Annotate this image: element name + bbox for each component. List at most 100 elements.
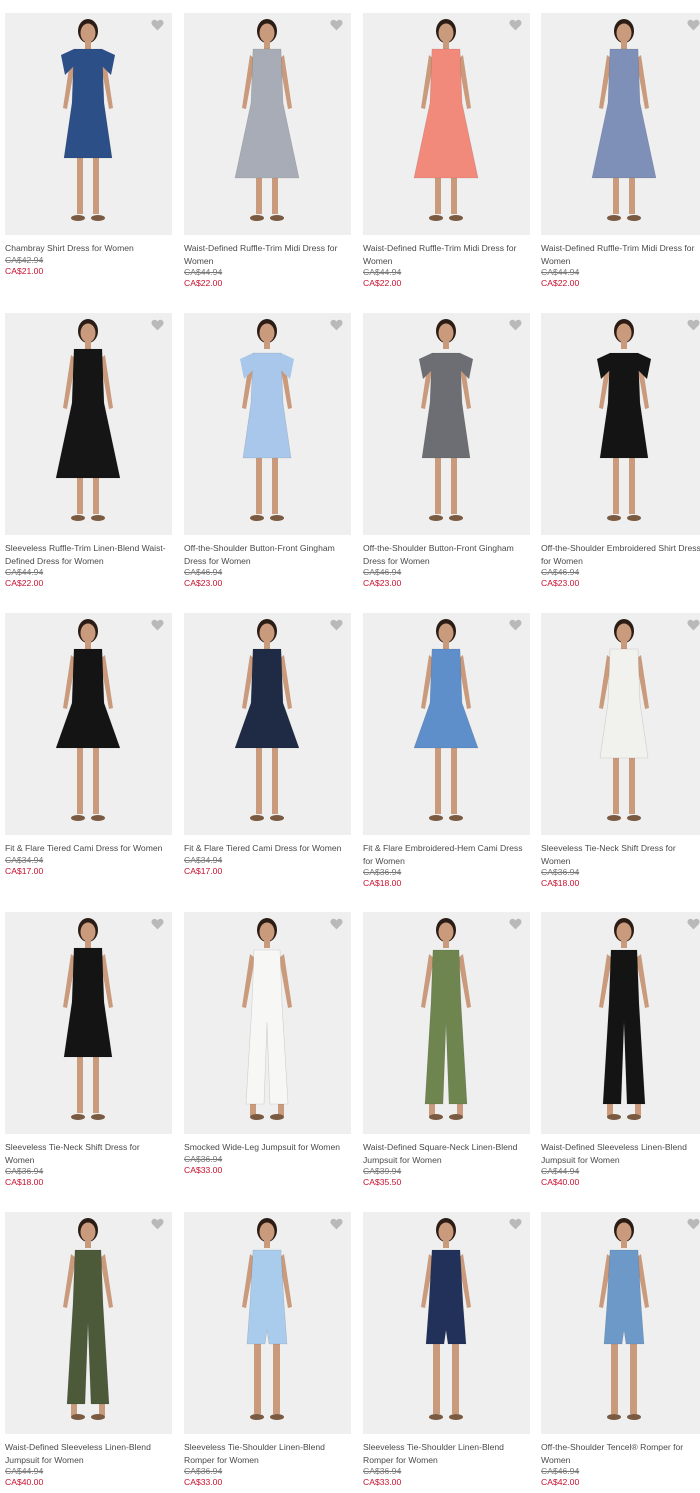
product-image[interactable] [5,313,172,535]
product-image[interactable] [541,912,700,1134]
sale-price: CA$35.50 [363,1177,402,1187]
heart-icon[interactable] [687,917,700,930]
product-name[interactable]: Waist-Defined Ruffle-Trim Midi Dress for… [363,242,530,267]
sale-price: CA$17.00 [5,865,44,876]
sale-price: CA$22.00 [184,278,223,288]
product-name[interactable]: Waist-Defined Sleeveless Linen-Blend Jum… [541,1141,700,1166]
product-card[interactable]: Sleeveless Tie-Neck Shift Dress for Wome… [5,912,172,1188]
heart-icon[interactable] [687,618,700,631]
original-price: CA$42.94 [5,254,44,265]
product-image[interactable] [363,613,530,835]
sale-price: CA$33.00 [363,1477,402,1487]
product-grid: Chambray Shirt Dress for Women CA$42.94 … [0,0,700,1493]
product-image[interactable] [363,313,530,535]
original-price: CA$34.94 [5,854,44,865]
heart-icon[interactable] [687,18,700,31]
sale-price: CA$17.00 [184,865,223,876]
product-image[interactable] [5,1212,172,1434]
heart-icon[interactable] [509,917,522,930]
product-name[interactable]: Waist-Defined Square-Neck Linen-Blend Ju… [363,1141,530,1166]
product-card[interactable]: Fit & Flare Tiered Cami Dress for Women … [184,613,351,877]
heart-icon[interactable] [330,18,343,31]
sale-price: CA$22.00 [363,278,402,288]
original-price: CA$44.94 [541,1166,580,1176]
product-name[interactable]: Fit & Flare Tiered Cami Dress for Women [184,842,351,855]
product-name[interactable]: Sleeveless Tie-Shoulder Linen-Blend Romp… [184,1441,351,1466]
product-image[interactable] [541,1212,700,1434]
product-image[interactable] [5,912,172,1134]
sale-price: CA$18.00 [363,878,402,888]
product-card[interactable]: Off-the-Shoulder Embroidered Shirt Dress… [541,313,700,589]
product-image[interactable] [541,313,700,535]
product-name[interactable]: Fit & Flare Embroidered-Hem Cami Dress f… [363,842,530,867]
product-card[interactable]: Chambray Shirt Dress for Women CA$42.94 … [5,13,172,277]
product-name[interactable]: Sleeveless Tie-Neck Shift Dress for Wome… [541,842,700,867]
product-name[interactable]: Chambray Shirt Dress for Women [5,242,172,255]
product-image[interactable] [184,1212,351,1434]
heart-icon[interactable] [151,1217,164,1230]
product-name[interactable]: Sleeveless Ruffle-Trim Linen-Blend Waist… [5,542,172,567]
heart-icon[interactable] [509,318,522,331]
heart-icon[interactable] [151,18,164,31]
product-card[interactable]: Waist-Defined Ruffle-Trim Midi Dress for… [541,13,700,289]
product-card[interactable]: Smocked Wide-Leg Jumpsuit for Women CA$3… [184,912,351,1176]
product-image[interactable] [5,13,172,235]
product-image[interactable] [363,1212,530,1434]
heart-icon[interactable] [509,18,522,31]
sale-price: CA$40.00 [541,1177,580,1187]
product-card[interactable]: Fit & Flare Embroidered-Hem Cami Dress f… [363,613,530,889]
product-image[interactable] [5,613,172,835]
original-price: CA$36.94 [363,867,402,877]
product-card[interactable]: Off-the-Shoulder Tencel® Romper for Wome… [541,1212,700,1488]
product-card[interactable]: Waist-Defined Ruffle-Trim Midi Dress for… [363,13,530,289]
heart-icon[interactable] [687,1217,700,1230]
heart-icon[interactable] [330,1217,343,1230]
original-price: CA$36.94 [5,1166,44,1176]
product-name[interactable]: Fit & Flare Tiered Cami Dress for Women [5,842,172,855]
sale-price: CA$33.00 [184,1477,223,1487]
product-image[interactable] [363,13,530,235]
original-price: CA$34.94 [184,854,223,865]
product-name[interactable]: Sleeveless Tie-Shoulder Linen-Blend Romp… [363,1441,530,1466]
heart-icon[interactable] [687,318,700,331]
sale-price: CA$23.00 [184,578,223,588]
product-image[interactable] [184,613,351,835]
product-name[interactable]: Waist-Defined Sleeveless Linen-Blend Jum… [5,1441,172,1466]
product-image[interactable] [184,13,351,235]
product-image[interactable] [184,313,351,535]
product-name[interactable]: Off-the-Shoulder Tencel® Romper for Wome… [541,1441,700,1466]
product-card[interactable]: Waist-Defined Square-Neck Linen-Blend Ju… [363,912,530,1188]
product-name[interactable]: Smocked Wide-Leg Jumpsuit for Women [184,1141,351,1154]
product-name[interactable]: Waist-Defined Ruffle-Trim Midi Dress for… [541,242,700,267]
product-card[interactable]: Sleeveless Tie-Shoulder Linen-Blend Romp… [184,1212,351,1488]
product-card[interactable]: Waist-Defined Ruffle-Trim Midi Dress for… [184,13,351,289]
product-name[interactable]: Off-the-Shoulder Button-Front Gingham Dr… [184,542,351,567]
heart-icon[interactable] [151,318,164,331]
product-card[interactable]: Sleeveless Tie-Neck Shift Dress for Wome… [541,613,700,889]
product-name[interactable]: Waist-Defined Ruffle-Trim Midi Dress for… [184,242,351,267]
heart-icon[interactable] [330,618,343,631]
product-name[interactable]: Off-the-Shoulder Button-Front Gingham Dr… [363,542,530,567]
heart-icon[interactable] [330,318,343,331]
sale-price: CA$21.00 [5,265,44,276]
heart-icon[interactable] [151,618,164,631]
product-card[interactable]: Sleeveless Tie-Shoulder Linen-Blend Romp… [363,1212,530,1488]
product-card[interactable]: Waist-Defined Sleeveless Linen-Blend Jum… [541,912,700,1188]
product-image[interactable] [541,13,700,235]
product-card[interactable]: Off-the-Shoulder Button-Front Gingham Dr… [363,313,530,589]
product-card[interactable]: Sleeveless Ruffle-Trim Linen-Blend Waist… [5,313,172,589]
product-card[interactable]: Waist-Defined Sleeveless Linen-Blend Jum… [5,1212,172,1488]
heart-icon[interactable] [151,917,164,930]
product-card[interactable]: Fit & Flare Tiered Cami Dress for Women … [5,613,172,877]
product-image[interactable] [363,912,530,1134]
product-image[interactable] [184,912,351,1134]
product-card[interactable]: Off-the-Shoulder Button-Front Gingham Dr… [184,313,351,589]
product-name[interactable]: Sleeveless Tie-Neck Shift Dress for Wome… [5,1141,172,1166]
original-price: CA$39.94 [363,1166,402,1176]
product-name[interactable]: Off-the-Shoulder Embroidered Shirt Dress… [541,542,700,567]
heart-icon[interactable] [509,618,522,631]
heart-icon[interactable] [330,917,343,930]
heart-icon[interactable] [509,1217,522,1230]
product-image[interactable] [541,613,700,835]
sale-price: CA$23.00 [541,578,580,588]
